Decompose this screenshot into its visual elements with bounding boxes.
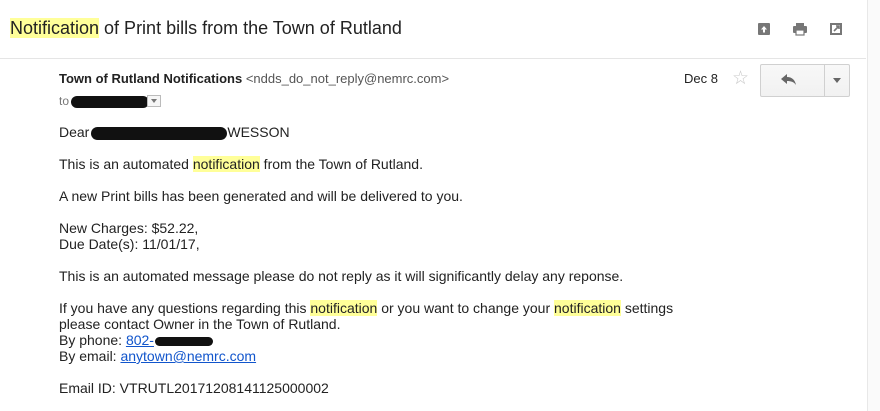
phone-line: By phone: 802- xyxy=(59,332,673,348)
email-date: Dec 8 xyxy=(684,71,718,86)
greeting-prefix: Dear xyxy=(59,124,90,140)
redacted-name xyxy=(91,126,228,140)
phone-label: By phone: xyxy=(59,332,126,348)
subject-bar: Notification of Print bills from the Tow… xyxy=(0,0,880,58)
greeting-suffix: WESSON xyxy=(227,124,290,140)
questions-text: If you have any questions regarding this xyxy=(59,300,311,316)
show-details-button[interactable] xyxy=(147,95,161,107)
intro-text: This is an automated xyxy=(59,156,193,172)
redacted-recipient xyxy=(71,95,150,108)
recipient-line: to xyxy=(59,94,150,108)
sender-name[interactable]: Town of Rutland Notifications xyxy=(59,71,242,86)
reply-button[interactable] xyxy=(761,65,824,96)
no-reply-notice: This is an automated message please do n… xyxy=(59,268,624,284)
questions-highlight-2: notification xyxy=(554,300,621,316)
email-subject: Notification of Print bills from the Tow… xyxy=(10,18,402,39)
questions-highlight-1: notification xyxy=(310,300,378,316)
sender-email: <ndds_do_not_reply@nemrc.com> xyxy=(245,71,450,86)
redacted-phone xyxy=(154,336,213,346)
email-line: By email: anytown@nemrc.com xyxy=(59,348,673,364)
intro-highlight: notification xyxy=(192,156,260,172)
new-window-icon[interactable] xyxy=(828,21,844,37)
to-label: to xyxy=(59,94,70,108)
greeting: Dear WESSON xyxy=(59,124,673,140)
archive-icon[interactable] xyxy=(756,21,772,37)
phone-link[interactable]: 802- xyxy=(126,332,154,348)
print-icon[interactable] xyxy=(792,21,808,37)
due-date: Due Date(s): 11/01/17, xyxy=(59,236,200,252)
intro-text-end: from the Town of Rutland. xyxy=(259,156,423,172)
email-id: Email ID: VTRUTL20171208141125000002 xyxy=(59,380,329,396)
contact-line: please contact Owner in the Town of Rutl… xyxy=(59,316,341,332)
questions-text-end: settings xyxy=(620,300,674,316)
email-label: By email: xyxy=(59,348,121,364)
subject-highlight: Notification xyxy=(10,18,100,38)
reply-button-group xyxy=(760,64,850,97)
sender-line: Town of Rutland Notifications <ndds_do_n… xyxy=(59,71,449,86)
email-link[interactable]: anytown@nemrc.com xyxy=(120,348,256,364)
questions-line: If you have any questions regarding this… xyxy=(59,300,673,316)
message-body: Dear WESSON This is an automated notifica… xyxy=(59,124,673,396)
new-charges: New Charges: $52.22, xyxy=(59,220,199,236)
bill-generated-line: A new Print bills has been generated and… xyxy=(59,188,463,204)
questions-text-mid: or you want to change your xyxy=(377,300,554,316)
reply-icon xyxy=(781,74,796,85)
scrollbar[interactable] xyxy=(867,0,880,411)
subject-divider xyxy=(0,58,866,59)
more-actions-button[interactable] xyxy=(825,65,849,96)
star-icon[interactable]: ☆ xyxy=(732,67,749,90)
subject-rest: of Print bills from the Town of Rutland xyxy=(99,18,402,38)
intro-line: This is an automated notification from t… xyxy=(59,156,673,172)
avatar xyxy=(10,70,50,110)
